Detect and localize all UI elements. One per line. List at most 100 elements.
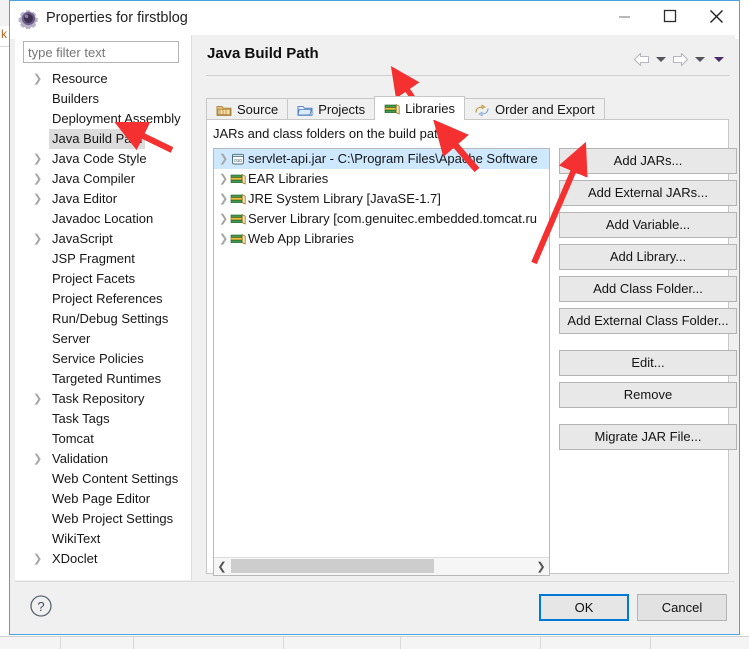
scroll-left-arrow-icon[interactable]: ❮ [214,558,230,574]
ok-button[interactable]: OK [539,594,629,621]
sidebar-item-label: Web Page Editor [52,491,151,506]
sidebar-item-label: Project Facets [52,271,136,286]
back-arrow-icon[interactable] [633,52,650,67]
sidebar-item-task-tags[interactable]: Task Tags [15,409,191,429]
build-path-entry-label: Server Library [com.genuitec.embedded.to… [248,211,538,226]
chevron-right-icon[interactable]: ❯ [219,189,228,209]
tab-projects[interactable]: Projects [287,98,376,120]
chevron-right-icon[interactable]: ❯ [219,149,228,169]
tab-libraries[interactable]: Libraries [374,96,466,120]
sidebar-item-label: Javadoc Location [52,211,154,226]
add-variable-button[interactable]: Add Variable... [559,212,737,238]
sidebar-item-targeted-runtimes[interactable]: Targeted Runtimes [15,369,191,389]
sidebar-item-label: Java Code Style [52,151,147,166]
source-folder-icon [216,105,232,116]
chevron-right-icon[interactable]: ❯ [219,169,228,189]
sidebar-item-run-debug-settings[interactable]: Run/Debug Settings [15,309,191,329]
libraries-panel-label: JARs and class folders on the build path… [213,126,449,141]
tab-label: Libraries [405,101,456,116]
chevron-right-icon[interactable]: ❯ [33,189,42,209]
chevron-right-icon[interactable]: ❯ [33,69,42,89]
sidebar-item-label: Run/Debug Settings [52,311,169,326]
chevron-right-icon[interactable]: ❯ [33,389,42,409]
sidebar-item-java-build-path[interactable]: Java Build Path [15,129,191,149]
horizontal-scrollbar[interactable]: ❮ ❯ [214,557,549,575]
minimize-button[interactable] [601,1,647,31]
sidebar-item-xdoclet[interactable]: ❯ XDoclet [15,549,191,569]
sidebar-item-javadoc-location[interactable]: Javadoc Location [15,209,191,229]
add-external-class-folder-button[interactable]: Add External Class Folder... [559,308,737,334]
page-title: Java Build Path [207,45,319,62]
svg-text:010: 010 [234,158,242,163]
sidebar-item-resource[interactable]: ❯ Resource [15,69,191,89]
build-path-entry[interactable]: ❯ Server Library [com.genuitec.embedded.t… [214,209,549,229]
remove-button[interactable]: Remove [559,382,737,408]
sidebar-item-java-editor[interactable]: ❯ Java Editor [15,189,191,209]
sidebar-item-server[interactable]: Server [15,329,191,349]
chevron-right-icon[interactable]: ❯ [33,149,42,169]
migrate-jar-file-button[interactable]: Migrate JAR File... [559,424,737,450]
chevron-right-icon[interactable]: ❯ [219,209,228,229]
add-class-folder-button[interactable]: Add Class Folder... [559,276,737,302]
sidebar-item-deployment-assembly[interactable]: Deployment Assembly [15,109,191,129]
sidebar-item-label: Builders [52,91,99,106]
libraries-books-icon [384,103,400,115]
chevron-right-icon[interactable]: ❯ [33,449,42,469]
sidebar-item-java-code-style[interactable]: ❯ Java Code Style [15,149,191,169]
sidebar-item-service-policies[interactable]: Service Policies [15,349,191,369]
dialog-footer: ? OK Cancel [15,581,735,632]
build-path-entry[interactable]: ❯ JRE System Library [JavaSE-1.7] [214,189,549,209]
taskbar-strip [0,636,749,649]
page-menu-chevron-down-icon[interactable] [714,56,724,62]
edit-button[interactable]: Edit... [559,350,737,376]
sidebar-item-jsp-fragment[interactable]: JSP Fragment [15,249,191,269]
settings-tree: ❯ Resource Builders Deployment Assembly Java… [15,69,191,569]
back-history-chevron-down-icon[interactable] [656,56,666,62]
sidebar-item-project-references[interactable]: Project References [15,289,191,309]
scrollbar-thumb[interactable] [231,559,434,573]
forward-arrow-icon[interactable] [672,52,689,67]
build-path-actions: Add JARs... Add External JARs... Add Varia… [559,148,737,456]
sidebar-item-java-compiler[interactable]: ❯ Java Compiler [15,169,191,189]
build-path-entry[interactable]: ❯ Web App Libraries [214,229,549,249]
close-button[interactable] [693,1,739,31]
cancel-button[interactable]: Cancel [637,594,727,621]
sidebar-item-web-page-editor[interactable]: Web Page Editor [15,489,191,509]
filter-input[interactable] [23,41,179,63]
tab-source[interactable]: Source [206,98,289,120]
forward-history-chevron-down-icon[interactable] [695,56,705,62]
add-external-jars-button[interactable]: Add External JARs... [559,180,737,206]
maximize-button[interactable] [647,1,693,31]
build-path-entry-label: servlet-api.jar - C:\Program Files\Apach… [248,151,538,166]
chevron-right-icon[interactable]: ❯ [33,229,42,249]
build-path-entry-label: JRE System Library [JavaSE-1.7] [248,191,441,206]
page-nav-toolbar [633,48,727,70]
sidebar-item-javascript[interactable]: ❯ JavaScript [15,229,191,249]
sidebar-item-label: Web Content Settings [52,471,179,486]
sidebar-item-validation[interactable]: ❯ Validation [15,449,191,469]
sidebar-item-wikitext[interactable]: WikiText [15,529,191,549]
sidebar-item-label: Server [52,331,91,346]
chevron-right-icon[interactable]: ❯ [219,229,228,249]
scroll-right-arrow-icon[interactable]: ❯ [533,558,549,574]
sidebar-item-label: Java Build Path [49,129,146,149]
build-path-list[interactable]: ❯ 010 servlet-api.jar - C:\Program Files\A… [213,148,550,576]
sidebar-item-web-project-settings[interactable]: Web Project Settings [15,509,191,529]
order-export-icon [475,104,489,116]
sidebar-item-label: JavaScript [52,231,113,246]
add-library-button[interactable]: Add Library... [559,244,737,270]
tab-order-and-export[interactable]: Order and Export [464,98,605,120]
build-path-entry[interactable]: ❯ 010 servlet-api.jar - C:\Program Files\A… [214,149,549,169]
sidebar-item-tomcat[interactable]: Tomcat [15,429,191,449]
sidebar-item-builders[interactable]: Builders [15,89,191,109]
sidebar-item-task-repository[interactable]: ❯ Task Repository [15,389,191,409]
add-jars-button[interactable]: Add JARs... [559,148,737,174]
sidebar-item-label: Resource [52,71,108,86]
sidebar-item-web-content-settings[interactable]: Web Content Settings [15,469,191,489]
chevron-right-icon[interactable]: ❯ [33,169,42,189]
sidebar-item-label: XDoclet [52,551,98,566]
sidebar-item-project-facets[interactable]: Project Facets [15,269,191,289]
build-path-entry[interactable]: ❯ EAR Libraries [214,169,549,189]
chevron-right-icon[interactable]: ❯ [33,549,42,569]
help-question-icon[interactable]: ? [29,594,53,618]
